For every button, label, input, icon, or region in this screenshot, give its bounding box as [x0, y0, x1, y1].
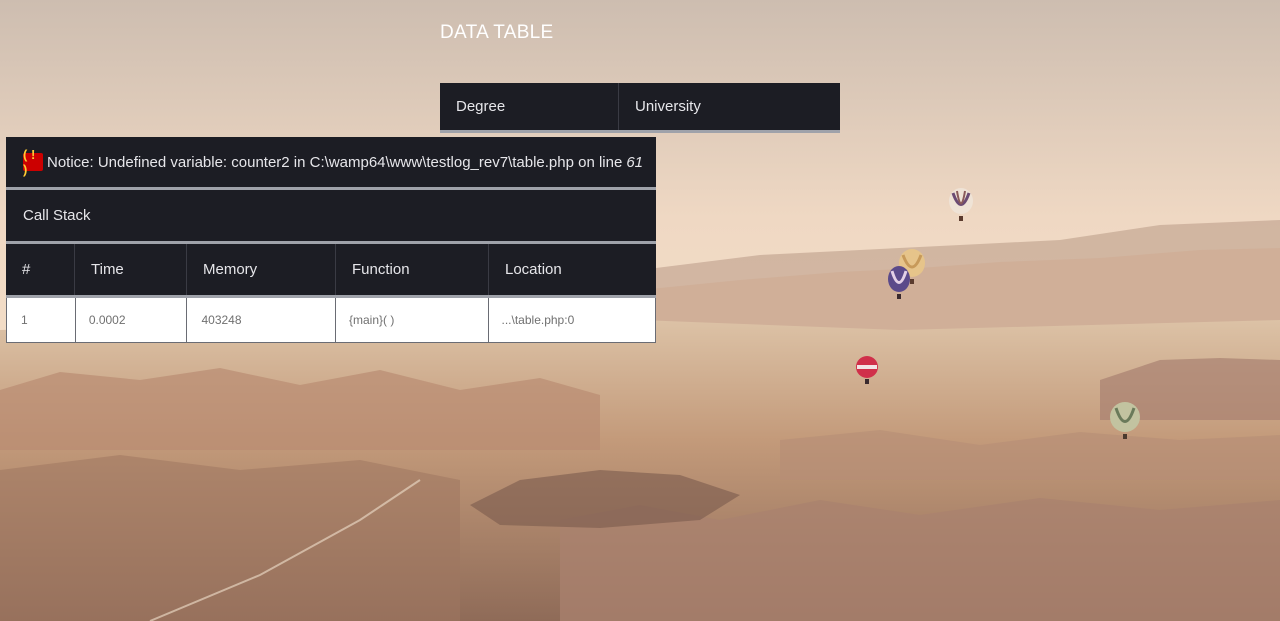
header-function: Function [336, 244, 489, 295]
cell-number: 1 [7, 298, 76, 342]
call-stack-heading: Call Stack [6, 190, 656, 244]
hot-air-balloon-icon [1110, 402, 1140, 439]
page-title: DATA TABLE [440, 22, 554, 43]
error-line-number: 61 [626, 153, 644, 171]
hot-air-balloon-icon [856, 356, 878, 384]
cell-location: ...\table.php:0 [501, 313, 575, 327]
column-header-university[interactable]: University [619, 83, 840, 130]
table-row: 1 0.0002 403248 {main}( ) ...\table.php:… [6, 298, 656, 343]
call-stack-header-row: # Time Memory Function Location [6, 244, 656, 298]
xdebug-error-table: ( ! ) Notice: Undefined variable: counte… [6, 137, 656, 343]
cell-memory: 403248 [187, 298, 336, 342]
data-table-header: Degree University [440, 83, 840, 133]
cell-function: {main}( ) [336, 298, 489, 342]
header-number: # [6, 244, 75, 295]
column-header-degree[interactable]: Degree [440, 83, 619, 130]
hot-air-balloon-icon [888, 266, 910, 299]
warning-icon: ( ! ) [23, 147, 43, 177]
header-time: Time [75, 244, 187, 295]
error-notice-row: ( ! ) Notice: Undefined variable: counte… [6, 137, 656, 190]
header-location: Location [505, 261, 562, 278]
cell-time: 0.0002 [76, 298, 188, 342]
error-message: Notice: Undefined variable: counter2 in … [47, 153, 623, 171]
hot-air-balloon-icon [949, 188, 973, 221]
header-memory: Memory [187, 244, 336, 295]
